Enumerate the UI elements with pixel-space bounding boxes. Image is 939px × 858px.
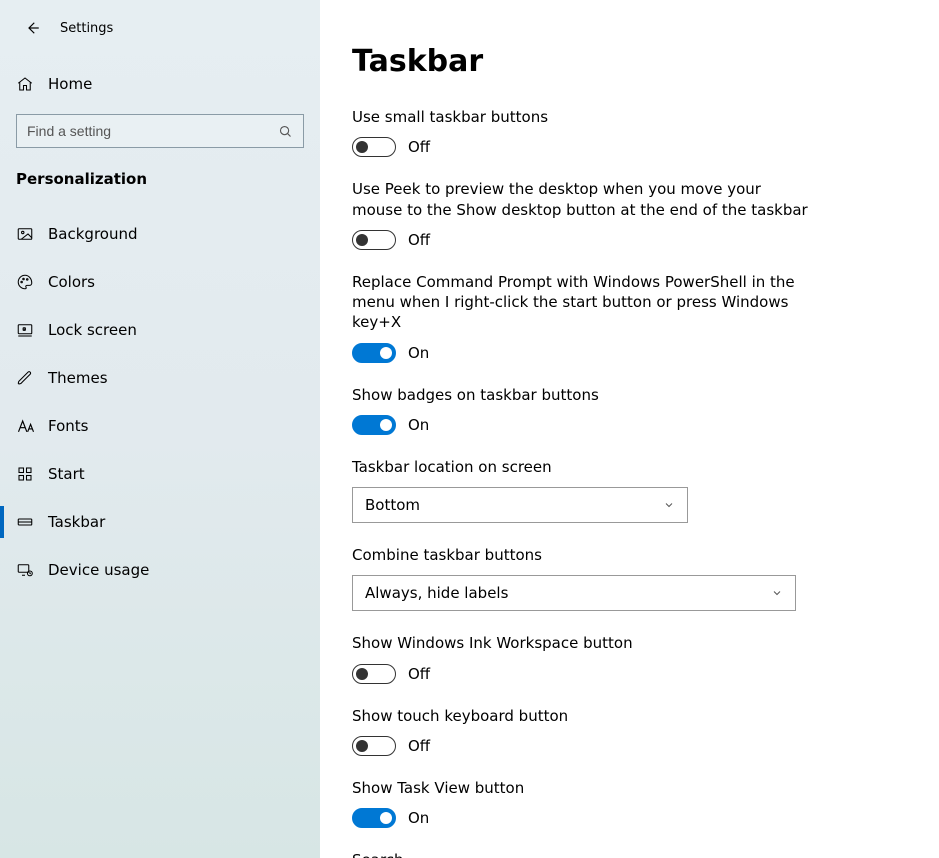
toggle-small-buttons[interactable] [352, 137, 396, 157]
toggle-peek[interactable] [352, 230, 396, 250]
setting-label: Show touch keyboard button [352, 706, 812, 726]
setting-label: Use Peek to preview the desktop when you… [352, 179, 812, 220]
setting-ink: Show Windows Ink Workspace button Off [352, 633, 812, 683]
setting-touch-keyboard: Show touch keyboard button Off [352, 706, 812, 756]
app-title: Settings [60, 21, 113, 36]
nav-item-label: Background [48, 225, 138, 243]
setting-label: Show Task View button [352, 778, 812, 798]
font-icon [16, 417, 38, 435]
setting-badges: Show badges on taskbar buttons On [352, 385, 812, 435]
select-taskbar-location[interactable]: Bottom [352, 487, 688, 523]
setting-label: Show badges on taskbar buttons [352, 385, 812, 405]
nav-item-background[interactable]: Background [0, 210, 320, 258]
page-title: Taskbar [352, 44, 907, 79]
nav-item-label: Fonts [48, 417, 88, 435]
nav-item-label: Start [48, 465, 85, 483]
search-input[interactable] [27, 123, 267, 139]
toggle-ink[interactable] [352, 664, 396, 684]
search-icon [278, 124, 293, 139]
category-heading: Personalization [0, 152, 320, 196]
toggle-badges[interactable] [352, 415, 396, 435]
device-usage-icon [16, 561, 38, 579]
setting-label: Taskbar location on screen [352, 457, 812, 477]
nav-item-device-usage[interactable]: Device usage [0, 546, 320, 594]
toggle-state-text: Off [408, 138, 430, 156]
back-arrow-icon [23, 19, 41, 37]
start-grid-icon [16, 465, 38, 483]
setting-label: Combine taskbar buttons [352, 545, 812, 565]
toggle-powershell[interactable] [352, 343, 396, 363]
nav-item-label: Themes [48, 369, 108, 387]
main-content: Taskbar Use small taskbar buttons Off Us… [320, 0, 939, 858]
setting-taskview: Show Task View button On [352, 778, 812, 828]
nav-item-label: Colors [48, 273, 95, 291]
toggle-state-text: On [408, 344, 429, 362]
setting-taskbar-location: Taskbar location on screen Bottom [352, 457, 812, 523]
nav-item-themes[interactable]: Themes [0, 354, 320, 402]
setting-label: Replace Command Prompt with Windows Powe… [352, 272, 812, 333]
setting-small-buttons: Use small taskbar buttons Off [352, 107, 812, 157]
home-link[interactable]: Home [0, 62, 320, 106]
setting-label: Use small taskbar buttons [352, 107, 812, 127]
nav-item-fonts[interactable]: Fonts [0, 402, 320, 450]
home-label: Home [48, 75, 92, 93]
nav-item-label: Device usage [48, 561, 149, 579]
search-box[interactable] [16, 114, 304, 148]
select-value: Always, hide labels [365, 584, 508, 602]
chevron-down-icon [663, 499, 675, 511]
select-combine[interactable]: Always, hide labels [352, 575, 796, 611]
setting-label: Search [352, 850, 812, 858]
toggle-state-text: Off [408, 665, 430, 683]
toggle-taskview[interactable] [352, 808, 396, 828]
chevron-down-icon [771, 587, 783, 599]
setting-search: Search Show search icon [352, 850, 812, 858]
home-icon [16, 75, 38, 93]
nav-item-taskbar[interactable]: Taskbar [0, 498, 320, 546]
setting-combine: Combine taskbar buttons Always, hide lab… [352, 545, 812, 611]
nav-item-start[interactable]: Start [0, 450, 320, 498]
setting-powershell: Replace Command Prompt with Windows Powe… [352, 272, 812, 363]
search-container [0, 106, 320, 152]
setting-peek: Use Peek to preview the desktop when you… [352, 179, 812, 250]
toggle-touch-keyboard[interactable] [352, 736, 396, 756]
nav-list: Background Colors Lock screen Themes Fon [0, 210, 320, 594]
nav-item-colors[interactable]: Colors [0, 258, 320, 306]
nav-item-label: Lock screen [48, 321, 137, 339]
back-button[interactable] [16, 12, 48, 44]
pen-icon [16, 369, 38, 387]
setting-label: Show Windows Ink Workspace button [352, 633, 812, 653]
toggle-state-text: On [408, 416, 429, 434]
sidebar: Settings Home Personalization Background [0, 0, 320, 858]
header-row: Settings [0, 8, 320, 48]
toggle-state-text: On [408, 809, 429, 827]
nav-item-lock-screen[interactable]: Lock screen [0, 306, 320, 354]
lock-screen-icon [16, 321, 38, 339]
toggle-state-text: Off [408, 737, 430, 755]
taskbar-icon [16, 513, 38, 531]
select-value: Bottom [365, 496, 420, 514]
image-icon [16, 225, 38, 243]
toggle-state-text: Off [408, 231, 430, 249]
nav-item-label: Taskbar [48, 513, 105, 531]
palette-icon [16, 273, 38, 291]
